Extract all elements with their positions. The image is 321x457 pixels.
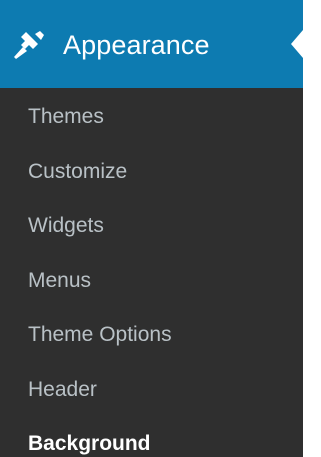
submenu-item-widgets[interactable]: Widgets xyxy=(0,199,303,254)
submenu-item-background[interactable]: Background xyxy=(0,417,303,457)
submenu-item-header[interactable]: Header xyxy=(0,363,303,418)
appearance-menu-label: Appearance xyxy=(63,29,210,60)
screen: Appearance Themes Customize Widgets Menu… xyxy=(0,0,321,457)
submenu-item-menus[interactable]: Menus xyxy=(0,254,303,309)
paintbrush-icon xyxy=(11,28,47,62)
admin-sidebar-menu: Appearance Themes Customize Widgets Menu… xyxy=(0,0,303,457)
submenu-item-theme-options[interactable]: Theme Options xyxy=(0,308,303,363)
submenu-item-themes[interactable]: Themes xyxy=(0,90,303,145)
submenu-item-customize[interactable]: Customize xyxy=(0,145,303,200)
appearance-submenu: Themes Customize Widgets Menus Theme Opt… xyxy=(0,88,303,457)
appearance-menu-header[interactable]: Appearance xyxy=(0,0,303,88)
current-menu-arrow xyxy=(291,30,303,58)
